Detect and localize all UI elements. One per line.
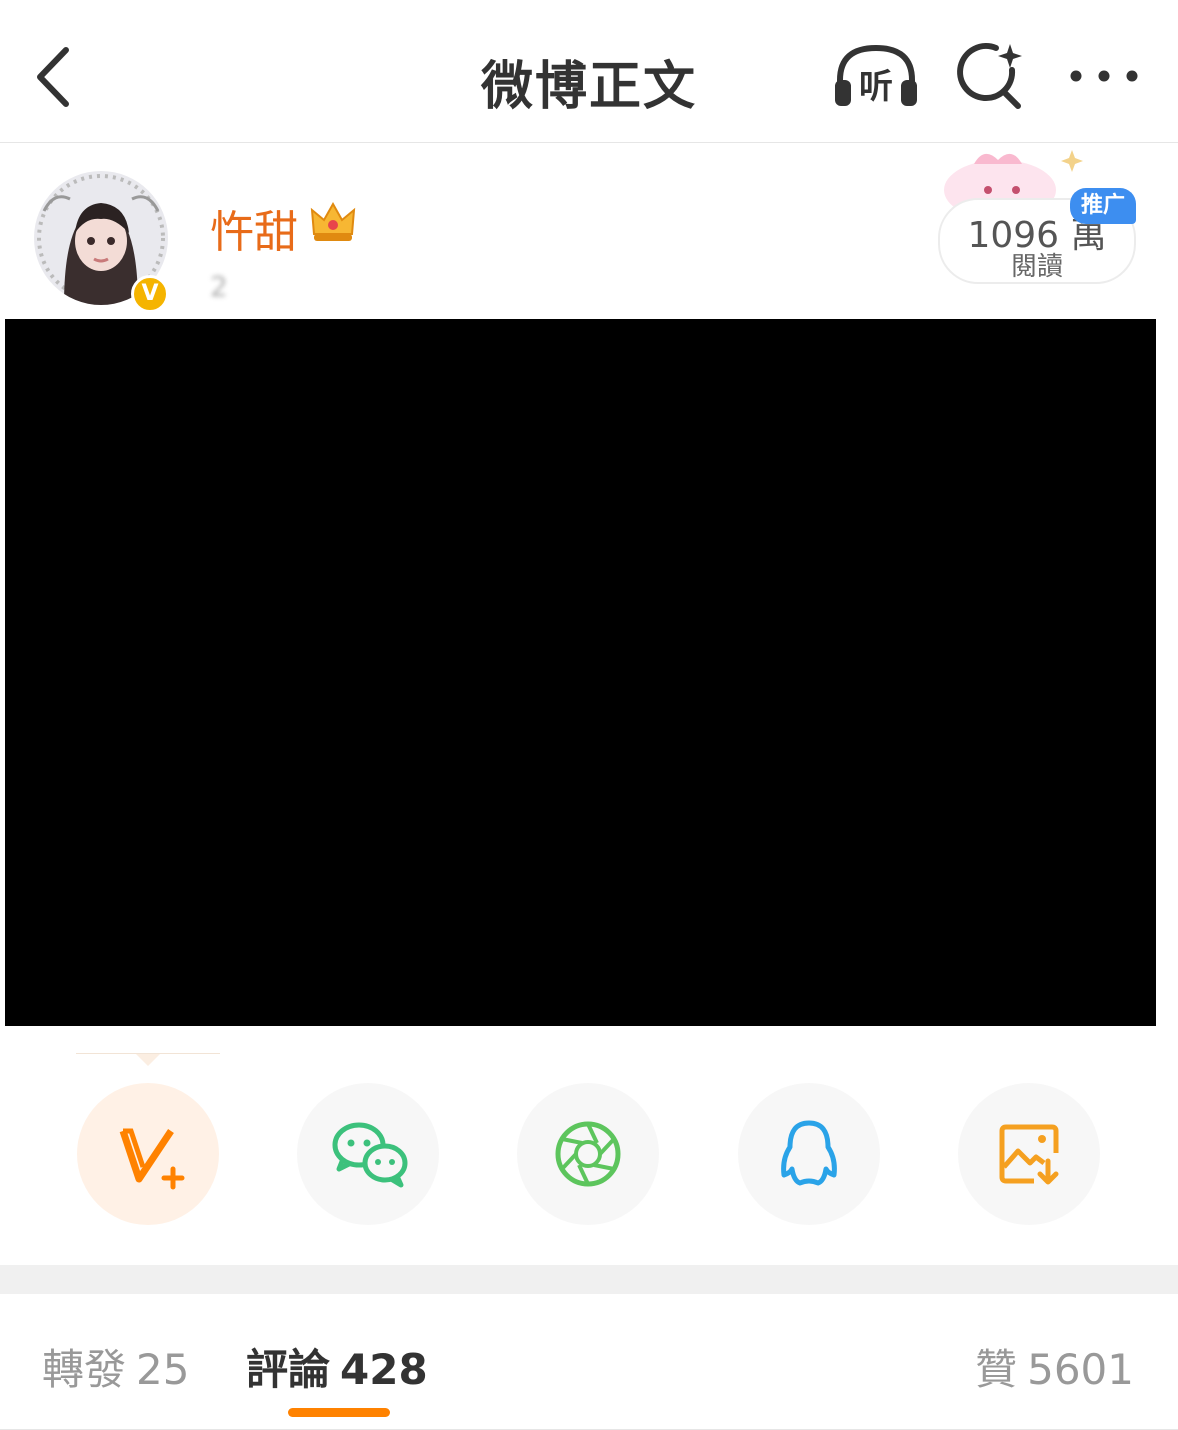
moments-aperture-icon [555,1121,621,1187]
wechat-icon [332,1122,408,1188]
section-separator [0,1265,1178,1294]
save-image-button[interactable] [958,1083,1100,1225]
interaction-tabs: 轉發 25 評論 428 贊 5601 [0,1294,1178,1430]
headphones-icon: 听 [835,44,917,107]
username[interactable]: 忤甜 [210,196,298,260]
active-tab-indicator [288,1408,390,1417]
top-navigation-bar: 微博正文 听 [0,0,1178,143]
qq-penguin-icon [781,1120,837,1186]
user-avatar[interactable]: V [34,163,172,313]
listen-label: 听 [859,67,893,107]
share-weibo-button[interactable] [77,1083,219,1225]
share-moments-button[interactable] [517,1083,659,1225]
tab-comments-count: 428 [340,1345,428,1394]
share-wechat-button[interactable] [297,1083,439,1225]
verified-badge-icon: V [131,275,169,313]
more-options-button[interactable] [1066,58,1142,94]
listen-button[interactable]: 听 [830,40,922,112]
post-meta-text: 2 [210,270,228,303]
tab-reposts-label: 轉發 [42,1345,127,1394]
post-content-redacted [5,319,1156,1026]
promo-badge: 推广 [1070,188,1136,224]
read-label: 閱讀 [1010,252,1063,282]
weibo-repost-icon [119,1128,185,1190]
tab-reposts-count: 25 [136,1345,190,1394]
tab-likes[interactable]: 贊 5601 [975,1336,1134,1397]
search-sparkle-icon [957,43,1022,109]
tab-comments[interactable]: 評論 428 [246,1336,428,1397]
share-pointer [136,1054,160,1066]
crown-icon [308,198,358,246]
share-qq-button[interactable] [738,1083,880,1225]
more-dots-icon [1070,70,1138,82]
search-button[interactable] [952,40,1028,112]
save-image-icon [999,1124,1059,1185]
tab-reposts[interactable]: 轉發 25 [42,1336,189,1397]
tab-likes-count: 5601 [1027,1345,1134,1394]
tab-comments-label: 評論 [246,1345,331,1394]
tab-likes-label: 贊 [975,1345,1018,1394]
